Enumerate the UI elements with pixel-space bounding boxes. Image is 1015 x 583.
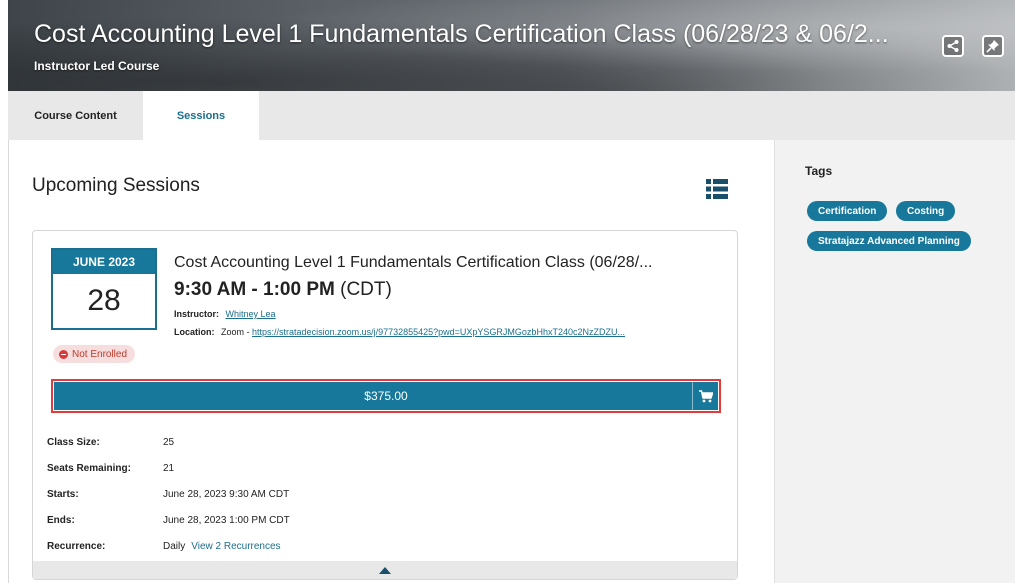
tag-stratajazz-advanced-planning[interactable]: Stratajazz Advanced Planning [807, 231, 971, 251]
cart-icon [698, 389, 713, 402]
instructor-link[interactable]: Whitney Lea [226, 309, 276, 319]
list-view-icon[interactable] [706, 178, 728, 200]
session-card: JUNE 2023 28 Not Enrolled Cost Accountin… [32, 230, 738, 580]
session-date: JUNE 2023 28 [51, 248, 157, 330]
instructor-label: Instructor: [174, 309, 219, 319]
section-title: Upcoming Sessions [32, 175, 200, 196]
left-divider [8, 140, 9, 583]
enrollment-status-label: Not Enrolled [72, 348, 128, 360]
tab-course-content[interactable]: Course Content [8, 91, 143, 140]
detail-value: 21 [163, 462, 175, 474]
detail-row-starts: Starts: June 28, 2023 9:30 AM CDT [47, 481, 290, 507]
caret-up-icon [379, 566, 391, 574]
detail-row-ends: Ends: June 28, 2023 1:00 PM CDT [47, 507, 290, 533]
collapse-toggle[interactable] [33, 561, 737, 579]
detail-label: Starts: [47, 488, 79, 500]
price-label: $375.00 [364, 389, 408, 403]
detail-label: Class Size: [47, 436, 100, 448]
detail-row-seats-remaining: Seats Remaining: 21 [47, 455, 290, 481]
session-time-range: 9:30 AM - 1:00 PM [174, 279, 335, 300]
detail-row-recurrence: Recurrence: Daily View 2 Recurrences [47, 533, 290, 559]
detail-row-class-size: Class Size: 25 [47, 429, 290, 455]
tag-costing[interactable]: Costing [896, 201, 956, 221]
view-recurrences-link[interactable]: View 2 Recurrences [191, 541, 280, 552]
session-timezone: (CDT) [340, 279, 392, 300]
share-icon [947, 40, 959, 52]
price-highlight: $375.00 [51, 379, 721, 413]
tag-certification[interactable]: Certification [807, 201, 888, 221]
pin-icon [986, 40, 999, 53]
session-month: JUNE 2023 [53, 250, 155, 274]
tags-title: Tags [805, 164, 833, 178]
course-type: Instructor Led Course [34, 59, 160, 73]
enrollment-status-badge: Not Enrolled [53, 345, 136, 363]
detail-value: Daily View 2 Recurrences [163, 541, 281, 552]
tab-sessions[interactable]: Sessions [143, 91, 259, 140]
session-day: 28 [87, 284, 121, 317]
share-button[interactable] [942, 35, 964, 57]
session-title: Cost Accounting Level 1 Fundamentals Cer… [174, 254, 653, 271]
session-time: 9:30 AM - 1:00 PM (CDT) [174, 279, 392, 301]
pin-button[interactable] [982, 35, 1004, 57]
purchase-button[interactable]: $375.00 [54, 382, 718, 410]
session-details: Class Size: 25 Seats Remaining: 21 Start… [47, 429, 290, 559]
tab-bar: Course Content Sessions [8, 91, 1015, 140]
minus-circle-icon [59, 349, 68, 359]
instructor-line: Instructor: Whitney Lea [174, 309, 276, 319]
location-label: Location: [174, 327, 215, 337]
detail-value: 25 [163, 436, 175, 448]
location-link[interactable]: https://stratadecision.zoom.us/j/9773285… [252, 327, 625, 337]
recurrence-value: Daily [163, 540, 186, 552]
location-line: Location: Zoom - https://stratadecision.… [174, 327, 719, 337]
location-prefix: Zoom - [221, 327, 253, 337]
course-banner: Cost Accounting Level 1 Fundamentals Cer… [8, 0, 1015, 91]
detail-label: Recurrence: [47, 540, 106, 552]
detail-value: June 28, 2023 1:00 PM CDT [163, 514, 290, 526]
tags-sidebar: Tags Certification Costing Stratajazz Ad… [774, 140, 1015, 583]
detail-value: June 28, 2023 9:30 AM CDT [163, 488, 290, 500]
detail-label: Seats Remaining: [47, 462, 131, 474]
detail-label: Ends: [47, 514, 75, 526]
course-title: Cost Accounting Level 1 Fundamentals Cer… [34, 20, 889, 48]
add-to-cart-button[interactable] [692, 382, 718, 410]
